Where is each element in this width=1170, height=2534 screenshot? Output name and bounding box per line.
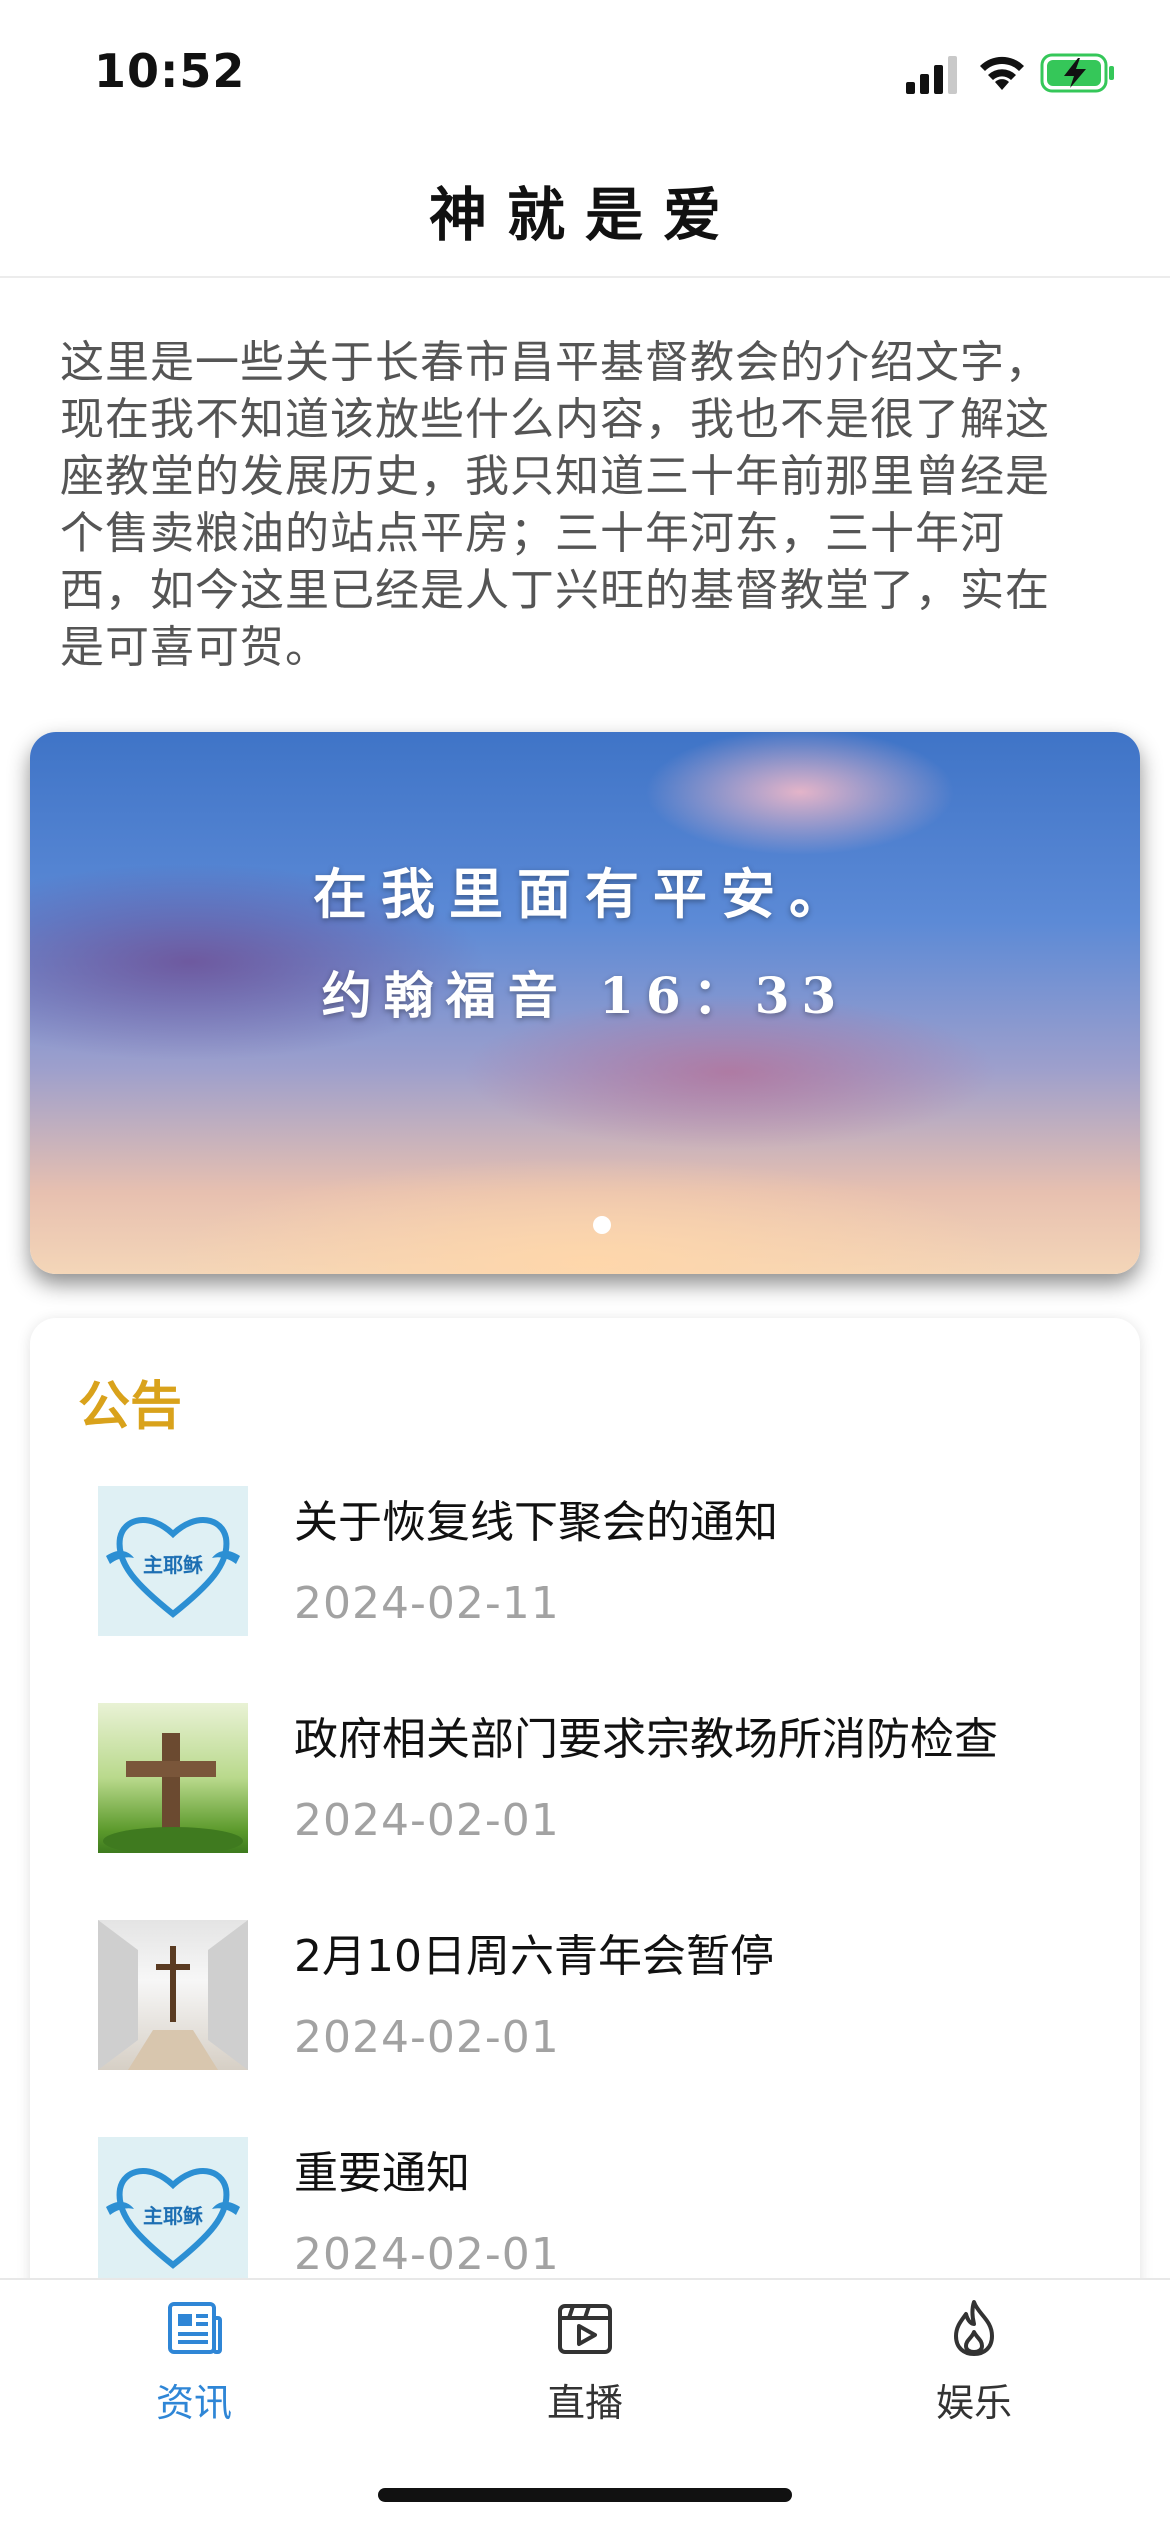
notice-item-date: 2024-02-01 [294,2012,560,2063]
notice-item-title: 重要通知 [294,2148,470,2199]
notice-item-date: 2024-02-01 [294,1795,560,1846]
heart-wings-logo-icon: 主耶稣 [106,2168,240,2269]
cross-in-hall-icon [98,1920,248,2070]
notice-item[interactable]: 2月10日周六青年会暂停 2024-02-01 [98,1920,1098,2080]
banner-verse-reference: 约翰福音 16：33 [321,966,849,1025]
notice-thumbnail: 主耶稣 [98,1486,248,1636]
battery-charging-icon [1040,53,1114,93]
notice-item[interactable]: 主耶稣 重要通知 2024-02-01 [98,2137,1098,2297]
heart-wings-logo-icon: 主耶稣 [106,1517,240,1618]
notice-section-title: 公告 [78,1377,183,1437]
banner-verse: 在我里面有平安。 [313,862,857,926]
banner-carousel[interactable]: 在我里面有平安。 约翰福音 16：33 [30,732,1140,1274]
flame-icon [954,2300,994,2356]
notice-item-title: 关于恢复线下聚会的通知 [294,1497,778,1548]
tab-news-label: 资讯 [155,2381,232,2425]
tab-entertainment[interactable]: 娱乐 [874,2298,1074,2428]
notice-thumbnail: 主耶稣 [98,2137,248,2287]
cross-on-grass-icon [103,1733,243,1853]
tab-entertainment-label: 娱乐 [935,2381,1012,2425]
tab-news[interactable]: 资讯 [94,2298,294,2428]
notice-item-title: 政府相关部门要求宗教场所消防检查 [294,1714,998,1765]
notice-thumbnail [98,1703,248,1853]
cellular-signal-icon [906,56,957,94]
thumb-logo-text: 主耶稣 [143,1553,203,1577]
tab-live[interactable]: 直播 [485,2298,685,2428]
intro-text: 这里是一些关于长春市昌平基督教会的介绍文字，现在我不知道该放些什么内容，我也不是… [60,337,1050,673]
notice-item-date: 2024-02-01 [294,2229,560,2280]
tab-live-label: 直播 [546,2381,623,2425]
carousel-dot[interactable] [593,1216,611,1234]
page-title: 神就是爱 [428,181,741,249]
thumb-logo-text: 主耶稣 [143,2204,203,2228]
notice-item[interactable]: 政府相关部门要求宗教场所消防检查 2024-02-01 [98,1703,1098,1863]
notice-card: 公告 主耶稣 关于恢复线下聚会的通知 2024-02-11 政府相关部门要求宗教… [30,1318,1140,2318]
news-icon [168,2302,222,2354]
video-play-icon [558,2304,612,2354]
status-time: 10:52 [94,44,246,98]
wifi-icon [980,56,1024,90]
home-indicator[interactable] [378,2488,792,2502]
notice-item[interactable]: 主耶稣 关于恢复线下聚会的通知 2024-02-11 [98,1486,1098,1646]
notice-item-title: 2月10日周六青年会暂停 [294,1931,774,1982]
notice-thumbnail [98,1920,248,2070]
header-divider [0,276,1170,278]
notice-item-date: 2024-02-11 [294,1578,560,1629]
